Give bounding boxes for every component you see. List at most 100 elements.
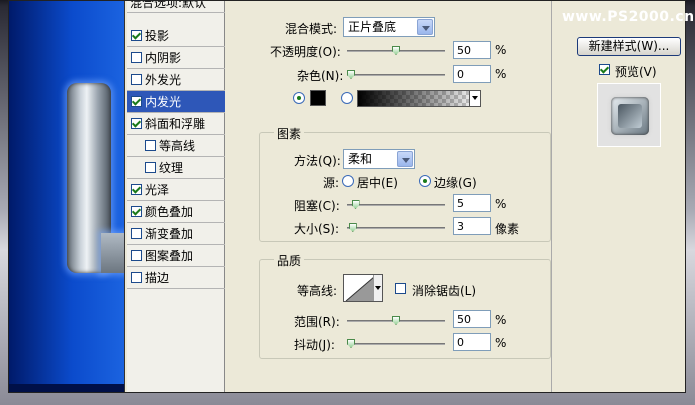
size-input[interactable]: 3 <box>453 217 491 235</box>
style-item[interactable]: 纹理 <box>127 157 225 179</box>
choke-slider-track[interactable] <box>347 200 445 209</box>
method-value: 柔和 <box>348 152 373 166</box>
glow-color-swatch[interactable] <box>310 90 326 106</box>
style-item-checkbox[interactable] <box>131 118 142 129</box>
jitter-input[interactable]: 0 <box>453 333 491 351</box>
style-item-label: 内阴影 <box>145 51 182 65</box>
style-item-checkbox[interactable] <box>131 250 142 261</box>
canvas-preview-artwork <box>9 1 125 392</box>
preview-label[interactable]: 预览(V) <box>615 63 657 80</box>
antialias-checkbox[interactable] <box>395 283 406 294</box>
style-item[interactable]: 外发光 <box>127 69 225 91</box>
opacity-input[interactable]: 50 <box>453 41 491 59</box>
style-item-checkbox[interactable] <box>145 162 156 173</box>
style-item-checkbox[interactable] <box>131 206 142 217</box>
style-item-checkbox[interactable] <box>131 96 142 107</box>
style-item-checkbox[interactable] <box>131 228 142 239</box>
solid-color-radio[interactable] <box>293 92 305 104</box>
style-item[interactable]: 光泽 <box>127 179 225 201</box>
elements-group-title: 图素 <box>274 125 305 142</box>
style-item-label: 内发光 <box>145 95 182 109</box>
styles-list: 混合选项:默认 投影内阴影外发光内发光斜面和浮雕等高线纹理光泽颜色叠加渐变叠加图… <box>127 0 225 392</box>
blend-mode-label: 混合模式: <box>285 22 338 36</box>
contour-picker[interactable] <box>343 274 383 302</box>
method-label: 方法(Q): <box>294 154 341 168</box>
quality-group-title: 品质 <box>274 252 305 269</box>
choke-input[interactable]: 5 <box>453 194 491 212</box>
contour-dropdown[interactable] <box>373 275 382 301</box>
noise-unit: % <box>495 67 507 81</box>
preview-checkbox[interactable] <box>599 64 610 75</box>
source-edge-radio[interactable] <box>419 175 431 187</box>
choke-label: 阻塞(C): <box>294 199 340 213</box>
style-item[interactable]: 渐变叠加 <box>127 223 225 245</box>
jitter-unit: % <box>495 336 507 350</box>
range-unit: % <box>495 313 507 327</box>
style-item-label: 斜面和浮雕 <box>145 117 206 131</box>
gradient-picker[interactable] <box>357 90 481 107</box>
style-item-label: 描边 <box>145 271 170 285</box>
range-label: 范围(R): <box>294 315 340 329</box>
chevron-down-icon <box>375 286 381 293</box>
new-style-button[interactable]: 新建样式(W)... <box>577 37 681 56</box>
style-item[interactable]: 颜色叠加 <box>127 201 225 223</box>
inner-glow-settings: 混合模式: 正片叠底 不透明度(O): 50 % 杂色(N): 0 % 图素 方… <box>237 1 555 392</box>
opacity-slider-thumb[interactable] <box>392 46 400 55</box>
antialias-label[interactable]: 消除锯齿(L) <box>412 282 476 299</box>
noise-slider-track[interactable] <box>347 70 445 79</box>
style-item-checkbox[interactable] <box>131 30 142 41</box>
choke-unit: % <box>495 197 507 211</box>
style-item-label: 图案叠加 <box>145 249 194 263</box>
style-item-label: 渐变叠加 <box>145 227 194 241</box>
style-item-label: 外发光 <box>145 73 182 87</box>
panel-divider <box>551 1 552 392</box>
method-select[interactable]: 柔和 <box>343 149 415 169</box>
jitter-label: 抖动(J): <box>294 338 335 352</box>
size-label: 大小(S): <box>294 222 340 236</box>
style-item-label: 颜色叠加 <box>145 205 194 219</box>
styles-header-label: 混合选项:默认 <box>130 0 207 10</box>
style-item[interactable]: 内发光 <box>127 91 225 113</box>
range-slider-track[interactable] <box>347 316 445 325</box>
source-center-label[interactable]: 居中(E) <box>357 174 398 191</box>
range-input[interactable]: 50 <box>453 310 491 328</box>
style-item[interactable]: 描边 <box>127 267 225 289</box>
contour-label: 等高线: <box>297 284 338 298</box>
style-item[interactable]: 投影 <box>127 25 225 47</box>
source-center-radio[interactable] <box>342 175 354 187</box>
watermark: www.PS2000.cn <box>562 9 695 25</box>
style-item-checkbox[interactable] <box>131 74 142 85</box>
style-item-checkbox[interactable] <box>131 184 142 195</box>
style-item-checkbox[interactable] <box>131 52 142 63</box>
style-preview-thumbnail <box>597 83 661 147</box>
blend-mode-value: 正片叠底 <box>348 20 397 34</box>
noise-label: 杂色(N): <box>297 69 344 83</box>
style-item[interactable]: 内阴影 <box>127 47 225 69</box>
source-edge-label[interactable]: 边缘(G) <box>434 174 477 191</box>
chrome-letter-foot <box>101 233 124 273</box>
chevron-down-icon <box>397 151 413 167</box>
style-item[interactable]: 等高线 <box>127 135 225 157</box>
gradient-radio[interactable] <box>341 92 353 104</box>
noise-input[interactable]: 0 <box>453 65 491 83</box>
size-slider-track[interactable] <box>347 223 445 232</box>
jitter-slider-track[interactable] <box>347 339 445 348</box>
chevron-down-icon <box>472 96 478 103</box>
style-item-label: 光泽 <box>145 183 170 197</box>
style-item[interactable]: 图案叠加 <box>127 245 225 267</box>
chevron-down-icon <box>417 19 433 35</box>
style-item[interactable]: 斜面和浮雕 <box>127 113 225 135</box>
noise-slider-thumb[interactable] <box>347 70 355 79</box>
size-unit: 像素 <box>495 222 520 236</box>
opacity-label: 不透明度(O): <box>270 45 341 59</box>
gradient-dropdown[interactable] <box>469 91 480 106</box>
style-item-checkbox[interactable] <box>131 272 142 283</box>
right-panel: 新建样式(W)... 预览(V) <box>561 1 685 392</box>
layer-style-dialog: 混合选项:默认 投影 内阴影 外发光 内发光 斜面和浮雕 等高线 纹理 光泽 颜色叠加 渐变叠加图… <box>8 0 686 393</box>
styles-list-header[interactable]: 混合选项:默认 <box>127 0 225 13</box>
style-item-checkbox[interactable] <box>145 140 156 151</box>
blend-mode-select[interactable]: 正片叠底 <box>343 17 435 37</box>
opacity-slider-track[interactable] <box>347 46 445 55</box>
style-preview-icon <box>611 97 649 135</box>
style-item-label: 等高线 <box>159 139 196 153</box>
